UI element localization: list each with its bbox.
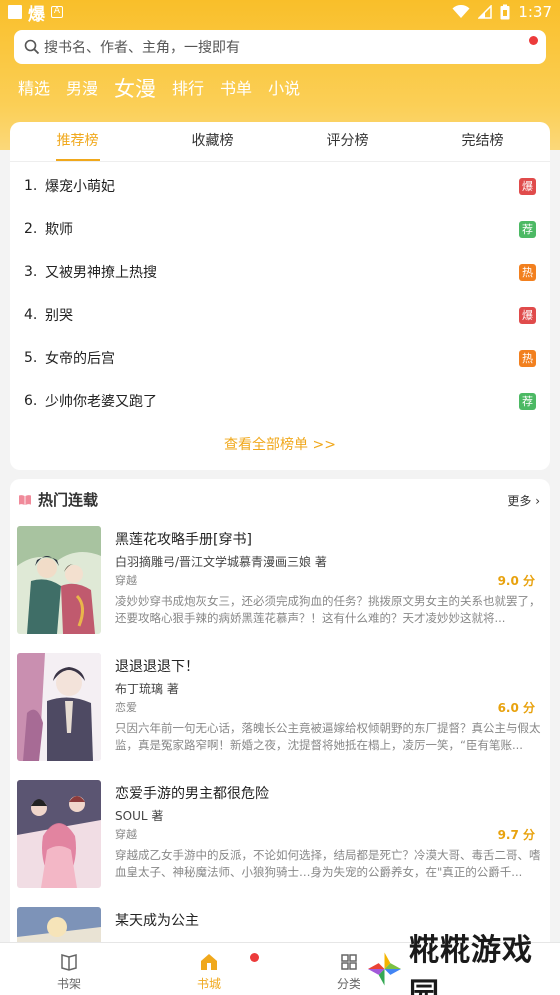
rank-badge: 热 (519, 349, 536, 367)
book-title: 退退退退下！ (115, 659, 199, 675)
tab-jingxuan[interactable]: 精选 (18, 74, 50, 104)
rank-number: 5. (24, 350, 38, 366)
nav-label: 书架 (56, 977, 81, 991)
tab-shudan[interactable]: 书单 (220, 74, 252, 104)
nav-label: 书城 (196, 977, 221, 991)
rank-item[interactable]: 3. 又被男神撩上热搜 热 (24, 261, 536, 283)
status-time: 1:37 (518, 3, 552, 21)
section-title: 热门连载 (38, 491, 99, 509)
rank-title: 欺师 (45, 222, 73, 238)
book-author: SOUL 著 (115, 809, 164, 823)
book-description: 只因六年前一句无心话，落魄长公主竟被逼嫁给权倾朝野的东厂提督？真公主与假太监，真… (115, 721, 541, 752)
rank-number: 2. (24, 221, 38, 237)
bookshelf-icon (61, 954, 77, 971)
book-title: 某天成为公主 (115, 913, 199, 929)
rank-badge: 热 (519, 263, 536, 281)
grid-icon (341, 954, 357, 970)
rank-item[interactable]: 6. 少帅你老婆又跑了 荐 (24, 390, 536, 412)
book-item[interactable]: 恋爱手游的男主都很危险 SOUL 著 穿越 9.7 分 穿越成乙女手游中的反派，… (17, 780, 543, 890)
search-notification-dot (529, 36, 538, 45)
chevron-right-icon: › (535, 494, 540, 508)
book-author: 白羽摘雕弓/晋江文学城慕青漫画三娘 著 (115, 555, 327, 569)
more-link[interactable]: 更多 › (507, 492, 540, 509)
status-bar: 爆 A 1:37 (0, 0, 560, 25)
status-app-name: 爆 (28, 4, 45, 25)
tab-paihang[interactable]: 排行 (172, 74, 204, 104)
rank-item[interactable]: 5. 女帝的后宫 热 (24, 347, 536, 369)
book-score: 6.0 分 (497, 701, 535, 715)
a-icon: A (51, 6, 63, 18)
search-bar[interactable]: 搜书名、作者、主角，一搜即有 (14, 30, 546, 64)
book-score: 9.7 分 (497, 828, 535, 842)
rank-title: 别哭 (45, 308, 73, 324)
rank-item[interactable]: 1. 爆宠小萌妃 爆 (24, 175, 536, 197)
rank-title: 女帝的后宫 (45, 351, 115, 367)
tab-finished[interactable]: 完结榜 (415, 122, 550, 161)
rank-number: 1. (24, 178, 38, 194)
rank-number: 4. (24, 307, 38, 323)
book-cover (17, 653, 101, 761)
search-icon (24, 39, 40, 55)
book-cover (17, 780, 101, 888)
book-genre: 恋爱 (115, 701, 137, 714)
signal-icon (478, 5, 493, 19)
tab-nanman[interactable]: 男漫 (66, 74, 98, 104)
hot-serials-section: 热门连载 更多 › 黑莲花攻略手册[穿书] 白羽摘雕弓/晋江文学城慕青漫画三娘 … (10, 479, 550, 949)
book-item[interactable]: 黑莲花攻略手册[穿书] 白羽摘雕弓/晋江文学城慕青漫画三娘 著 穿越 9.0 分… (17, 526, 543, 636)
rank-number: 6. (24, 393, 38, 409)
tab-xiaoshuo[interactable]: 小说 (268, 74, 300, 104)
battery-icon (500, 4, 510, 20)
rank-number: 3. (24, 264, 38, 280)
rank-title: 爆宠小萌妃 (45, 179, 115, 195)
wifi-icon (452, 5, 470, 18)
book-genre: 穿越 (115, 574, 137, 587)
rank-item[interactable]: 2. 欺师 荐 (24, 218, 536, 240)
tab-rating[interactable]: 评分榜 (280, 122, 415, 161)
notification-dot (250, 953, 259, 962)
book-score: 9.0 分 (497, 574, 535, 588)
rank-badge: 荐 (519, 220, 536, 238)
rank-title: 又被男神撩上热搜 (45, 265, 157, 281)
site-watermark: 糀糀游戏园 (360, 933, 560, 995)
book-author: 布丁琉璃 著 (115, 682, 179, 696)
nav-bookstore[interactable]: 书城 (174, 951, 244, 992)
rank-badge: 荐 (519, 392, 536, 410)
rank-item[interactable]: 4. 别哭 爆 (24, 304, 536, 326)
tab-recommend[interactable]: 推荐榜 (10, 122, 145, 161)
watermark-text: 糀糀游戏园 (409, 933, 534, 995)
tab-nvman[interactable]: 女漫 (114, 74, 156, 104)
view-all-rankings-link[interactable]: 查看全部榜单 >> (10, 434, 550, 454)
book-item[interactable]: 退退退退下！ 布丁琉璃 著 恋爱 6.0 分 只因六年前一句无心话，落魄长公主竟… (17, 653, 543, 763)
book-open-icon (19, 494, 31, 505)
nav-bookshelf[interactable]: 书架 (34, 951, 104, 992)
more-label: 更多 (507, 494, 532, 508)
book-genre: 穿越 (115, 828, 137, 841)
watermark-logo-icon (367, 952, 402, 986)
book-title: 恋爱手游的男主都很危险 (115, 786, 269, 802)
ranking-tabs: 推荐榜 收藏榜 评分榜 完结榜 (10, 122, 550, 162)
category-tabs: 精选 男漫 女漫 排行 书单 小说 (18, 74, 300, 104)
store-icon (201, 954, 217, 970)
book-cover (17, 526, 101, 634)
notification-square-icon (8, 5, 22, 19)
ranking-card: 推荐榜 收藏榜 评分榜 完结榜 1. 爆宠小萌妃 爆 2. 欺师 荐 3. 又被… (10, 122, 550, 470)
tab-collect[interactable]: 收藏榜 (145, 122, 280, 161)
rank-title: 少帅你老婆又跑了 (45, 394, 157, 410)
nav-label: 分类 (336, 977, 361, 991)
book-title: 黑莲花攻略手册[穿书] (115, 532, 252, 548)
rank-badge: 爆 (519, 177, 536, 195)
search-placeholder: 搜书名、作者、主角，一搜即有 (44, 40, 240, 56)
rank-badge: 爆 (519, 306, 536, 324)
book-description: 穿越成乙女手游中的反派，不论如何选择，结局都是死亡？冷漠大哥、毒舌二哥、嗜血皇太… (115, 848, 541, 879)
book-description: 凌妙妙穿书成炮灰女三，还必须完成狗血的任务？挑拨原文男女主的关系也就罢了，还要攻… (115, 594, 541, 625)
